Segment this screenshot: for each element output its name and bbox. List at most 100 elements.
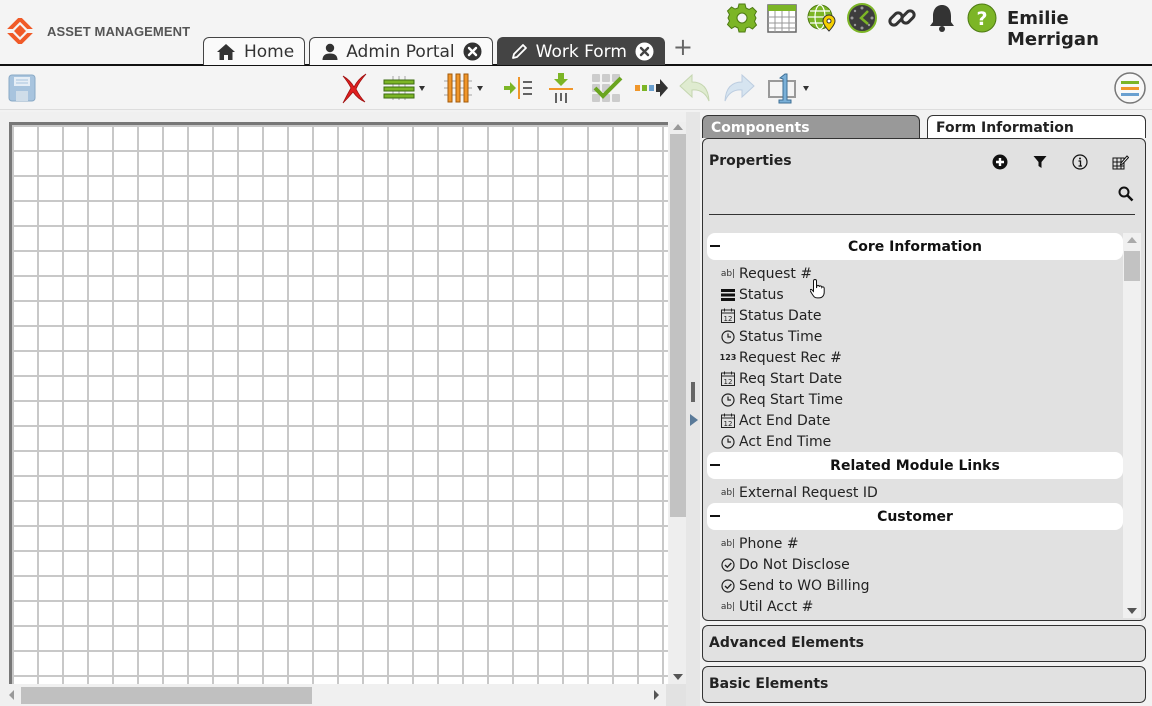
tab-admin-portal[interactable]: Admin Portal [309,37,493,65]
collapse-icon[interactable] [710,245,720,247]
undo-icon [679,73,710,102]
tab-bar: Home Admin Portal Work Form + [203,35,693,65]
item-label: Status [739,286,784,303]
tab-work-form[interactable]: Work Form [496,37,665,65]
chevron-down-icon[interactable] [419,85,425,91]
scroll-up-icon[interactable] [673,124,683,130]
columns-icon [444,73,472,103]
design-grid-canvas[interactable] [9,122,668,684]
canvas-vertical-scrollbar[interactable] [669,122,686,684]
expand-arrow-icon[interactable] [690,414,698,426]
list-item[interactable]: ab| External Request ID [707,482,1123,503]
list-item[interactable]: Do Not Disclose [707,554,1123,575]
tab-form-information[interactable]: Form Information [927,115,1146,138]
home-icon [217,43,235,60]
text-field-icon: ab| [720,268,736,279]
insert-row-button[interactable] [548,71,574,105]
section-customer[interactable]: Customer [707,503,1123,530]
chevron-down-icon[interactable] [477,85,483,91]
close-icon[interactable] [635,42,654,61]
item-label: External Request ID [739,484,878,501]
collapse-icon[interactable] [710,515,720,517]
properties-title: Properties [709,153,792,169]
list-item[interactable]: ab| Util Acct # [707,596,1123,617]
delete-button[interactable] [340,71,368,105]
list-item[interactable]: 12 Status Date [707,305,1123,326]
collapse-icon[interactable] [710,464,720,466]
form-toolbar [0,66,1152,110]
svg-text:12: 12 [724,378,733,386]
add-icon[interactable] [991,153,1009,171]
rows-button[interactable] [383,71,425,105]
properties-box: Properties Core Information ab| Request … [702,138,1146,621]
list-item[interactable]: Send to WO Billing [707,575,1123,596]
list-menu-icon [1114,72,1146,104]
list-menu-button[interactable] [1114,71,1146,105]
scroll-thumb[interactable] [21,687,312,704]
scroll-left-icon[interactable] [9,690,14,700]
checkbox-circle-icon [720,557,736,573]
tab-components[interactable]: Components [702,115,920,138]
undo-button[interactable] [678,71,712,105]
list-item[interactable]: ab| Request # [707,263,1123,284]
accordion-basic-elements[interactable]: Basic Elements [702,666,1146,703]
scroll-up-icon[interactable] [1127,237,1137,243]
list-item[interactable]: Act End Time [707,431,1123,452]
globe-map-pin-icon[interactable] [806,2,838,34]
page-layout-icon [768,73,796,104]
clock-icon[interactable] [846,2,878,34]
checkbox-circle-icon [720,578,736,594]
indent-button[interactable] [503,71,533,105]
pencil-icon [511,43,527,59]
properties-divider [709,214,1135,215]
list-item[interactable]: ab| Phone # [707,533,1123,554]
gear-icon[interactable] [726,2,758,34]
item-label: Send to WO Billing [739,577,870,594]
bell-icon[interactable] [926,2,958,34]
list-item[interactable]: 12 Act End Date [707,410,1123,431]
page-layout-button[interactable] [767,71,809,105]
list-item[interactable]: 12 Req Start Date [707,368,1123,389]
link-icon[interactable] [886,2,918,34]
chevron-down-icon[interactable] [803,85,809,91]
panel-splitter[interactable] [686,112,700,706]
scroll-down-icon[interactable] [1127,608,1137,614]
help-icon[interactable]: ? [966,2,998,34]
list-item[interactable]: Status Time [707,326,1123,347]
user-name[interactable]: Emilie Merrigan [1007,8,1152,50]
save-button[interactable] [8,71,36,105]
add-tab-button[interactable]: + [673,35,693,65]
filter-icon[interactable] [1031,153,1049,171]
close-icon[interactable] [463,42,482,61]
properties-scrollbar[interactable] [1123,233,1141,618]
edit-grid-icon[interactable] [1111,153,1129,171]
accordion-advanced-elements[interactable]: Advanced Elements [702,625,1146,662]
svg-text:12: 12 [724,420,733,428]
splitter-grip[interactable] [691,382,695,402]
scroll-thumb[interactable] [1124,251,1140,281]
section-title: Customer [877,508,953,525]
user-icon [322,43,338,60]
scroll-down-icon[interactable] [673,674,683,680]
redo-icon [724,73,755,102]
tab-order-button[interactable] [634,71,668,105]
canvas-horizontal-scrollbar[interactable] [4,684,666,706]
item-label: Req Start Date [739,370,843,387]
list-item[interactable]: Req Start Time [707,389,1123,410]
list-item[interactable]: 123 Request Rec # [707,347,1123,368]
columns-button[interactable] [443,71,483,105]
tab-home[interactable]: Home [203,37,306,65]
info-icon[interactable] [1071,153,1089,171]
tab-admin-portal-label: Admin Portal [346,41,455,62]
item-label: Request # [739,265,813,282]
scroll-right-icon[interactable] [654,690,659,700]
section-related-module-links[interactable]: Related Module Links [707,452,1123,479]
list-item[interactable]: Status [707,284,1123,305]
scroll-thumb[interactable] [670,134,686,517]
section-core-information[interactable]: Core Information [707,233,1123,260]
calendar-icon[interactable] [766,2,798,34]
validate-button[interactable] [590,71,624,105]
search-icon[interactable] [1117,185,1135,203]
text-field-icon: ab| [720,601,736,612]
redo-button[interactable] [722,71,756,105]
